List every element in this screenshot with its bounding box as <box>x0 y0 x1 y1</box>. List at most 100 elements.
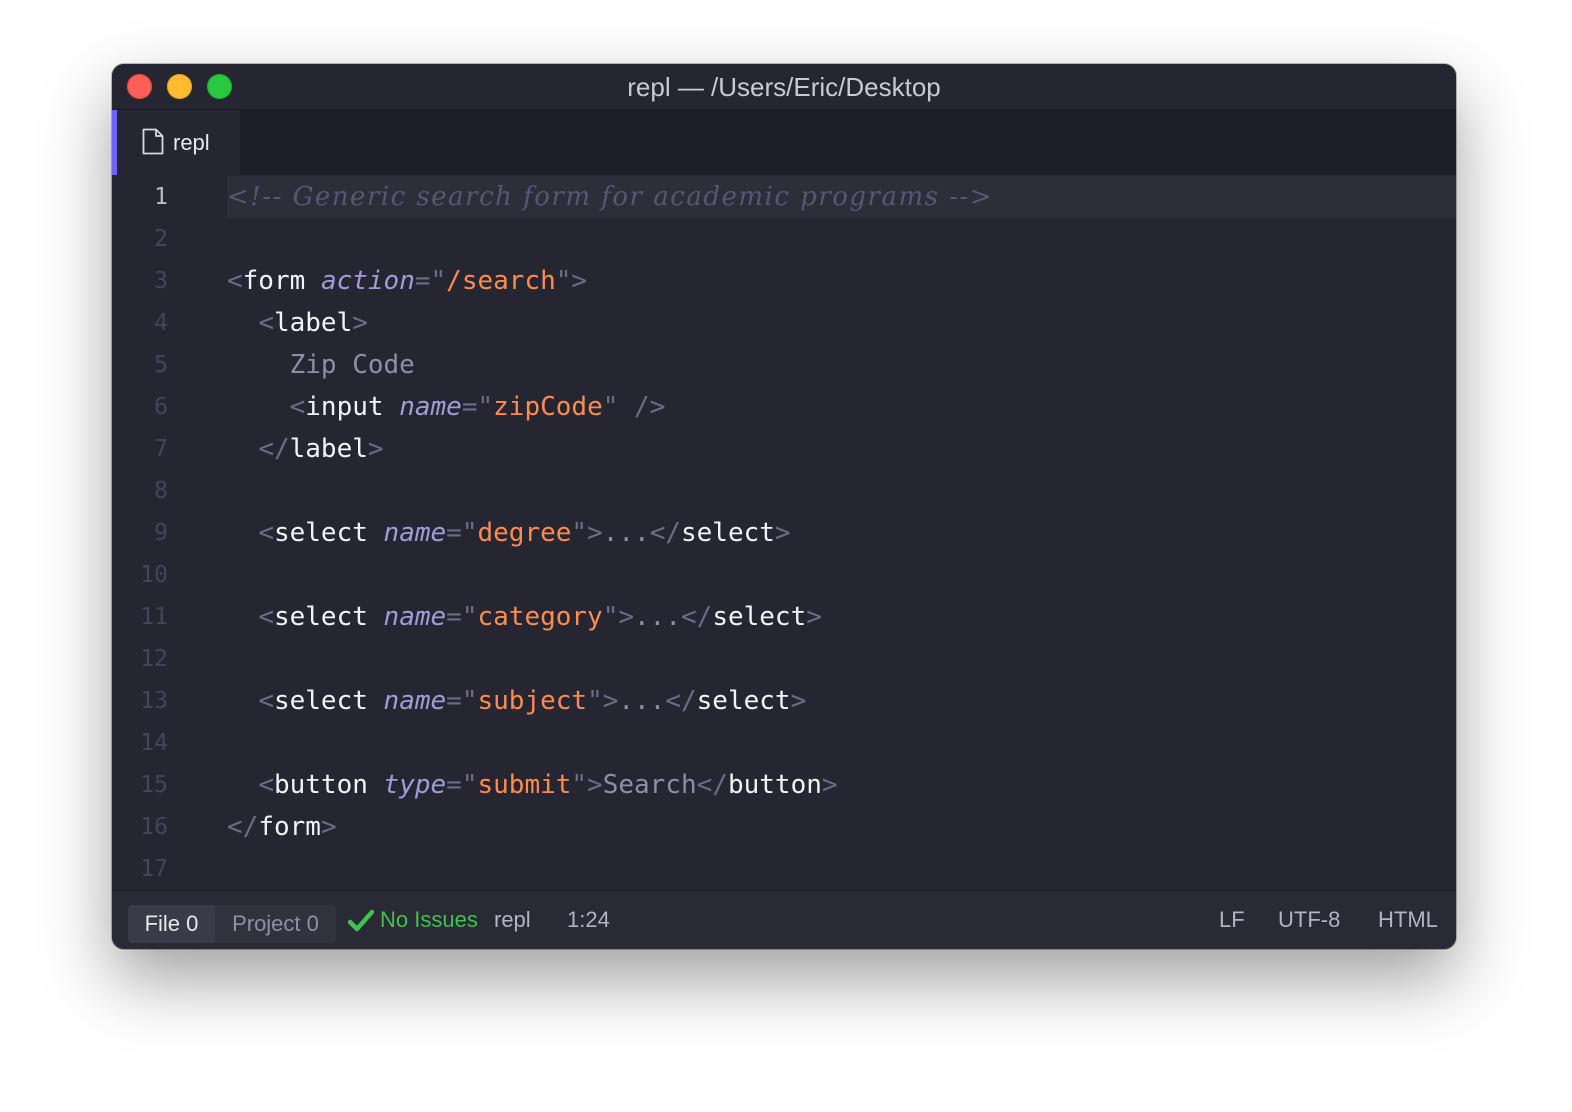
line-number[interactable]: 13 <box>112 680 168 722</box>
window-title: repl — /Users/Eric/Desktop <box>627 72 941 102</box>
code-text[interactable]: <button type="submit">Search</button> <box>227 764 1456 806</box>
code-token-txt: Search <box>602 770 697 800</box>
code-token-str: subject <box>477 686 588 716</box>
line-number[interactable]: 9 <box>112 512 168 554</box>
code-line[interactable]: 10 <box>112 554 1456 596</box>
code-token-tag: form <box>258 812 321 842</box>
line-number[interactable]: 12 <box>112 638 168 680</box>
code-token-punc: "> <box>555 266 588 296</box>
code-token-punc: =" <box>446 602 478 632</box>
code-line[interactable]: 15 <button type="submit">Search</button> <box>112 764 1456 806</box>
code-text[interactable] <box>227 638 1456 680</box>
code-token-punc: > <box>821 770 838 800</box>
code-text[interactable] <box>227 218 1456 260</box>
code-line[interactable]: 5 Zip Code <box>112 344 1456 386</box>
code-token-tag: input <box>305 392 384 422</box>
code-token-punc: =" <box>446 770 478 800</box>
code-line[interactable]: 11 <select name="category">...</select> <box>112 596 1456 638</box>
file-name-status[interactable]: repl <box>494 891 531 949</box>
code-line[interactable]: 2 <box>112 218 1456 260</box>
editor-window: repl — /Users/Eric/Desktop repl 1 <!-- Ge… <box>112 64 1456 949</box>
code-token-punc: < <box>289 392 306 422</box>
code-token-punc: " /> <box>602 392 666 422</box>
code-token-txt: ... <box>602 518 650 548</box>
line-number[interactable]: 10 <box>112 554 168 596</box>
code-token-tag: label <box>289 434 368 464</box>
code-token-punc: "> <box>571 770 603 800</box>
code-line[interactable]: 14 <box>112 722 1456 764</box>
tab-repl[interactable]: repl <box>112 110 240 175</box>
line-number[interactable]: 3 <box>112 260 168 302</box>
line-number[interactable]: 1 <box>112 176 168 218</box>
code-token-punc: =" <box>446 518 478 548</box>
code-token-punc: =" <box>446 686 478 716</box>
code-text[interactable]: <label> <box>227 302 1456 344</box>
code-line[interactable]: 13 <select name="subject">...</select> <box>112 680 1456 722</box>
code-token-tag: form <box>242 266 306 296</box>
code-line[interactable]: 12 <box>112 638 1456 680</box>
line-number[interactable]: 14 <box>112 722 168 764</box>
code-text[interactable] <box>227 848 1456 890</box>
line-number[interactable]: 6 <box>112 386 168 428</box>
language-selector[interactable]: HTML <box>1378 891 1438 949</box>
code-text[interactable]: <!-- Generic search form for academic pr… <box>227 176 1456 218</box>
code-text[interactable]: <select name="category">...</select> <box>227 596 1456 638</box>
code-text[interactable]: <select name="degree">...</select> <box>227 512 1456 554</box>
cursor-position[interactable]: 1:24 <box>567 891 610 949</box>
code-line[interactable]: 3 <form action="/search"> <box>112 260 1456 302</box>
code-editor[interactable]: 1 <!-- Generic search form for academic p… <box>112 175 1456 890</box>
code-line[interactable]: 8 <box>112 470 1456 512</box>
check-icon <box>348 909 374 932</box>
line-number[interactable]: 5 <box>112 344 168 386</box>
line-ending-selector[interactable]: LF <box>1219 891 1245 949</box>
code-text[interactable]: <input name="zipCode" /> <box>227 386 1456 428</box>
line-number[interactable]: 17 <box>112 848 168 890</box>
code-line[interactable]: 6 <input name="zipCode" /> <box>112 386 1456 428</box>
code-token-tag: select <box>273 518 368 548</box>
code-text[interactable] <box>227 470 1456 512</box>
title-bar[interactable]: repl — /Users/Eric/Desktop <box>112 64 1456 110</box>
line-number[interactable]: 16 <box>112 806 168 848</box>
code-token-tag: select <box>273 602 368 632</box>
tab-label: repl <box>173 130 210 155</box>
code-text[interactable]: <form action="/search"> <box>227 260 1456 302</box>
code-text[interactable]: </form> <box>227 806 1456 848</box>
code-text[interactable] <box>227 722 1456 764</box>
tab-bar: repl <box>112 110 1456 175</box>
line-number[interactable]: 4 <box>112 302 168 344</box>
file-issues-button[interactable]: File 0 <box>128 905 215 943</box>
line-number[interactable]: 2 <box>112 218 168 260</box>
code-text[interactable]: </label> <box>227 428 1456 470</box>
line-number[interactable]: 7 <box>112 428 168 470</box>
line-number[interactable]: 11 <box>112 596 168 638</box>
code-token-punc: =" <box>414 266 447 296</box>
code-line[interactable]: 4 <label> <box>112 302 1456 344</box>
code-line[interactable]: 16 </form> <box>112 806 1456 848</box>
encoding-selector[interactable]: UTF-8 <box>1278 891 1340 949</box>
code-token-punc: </ <box>665 686 697 716</box>
code-line[interactable]: 17 <box>112 848 1456 890</box>
linter-status[interactable]: No Issues <box>380 891 478 949</box>
code-text[interactable]: <select name="subject">...</select> <box>227 680 1456 722</box>
line-number[interactable]: 8 <box>112 470 168 512</box>
project-issues-button[interactable]: Project 0 <box>215 905 336 943</box>
code-token-attr: type <box>383 770 447 800</box>
code-token-txt: ... <box>634 602 681 632</box>
code-text[interactable] <box>227 554 1456 596</box>
code-token-punc: > <box>774 518 791 548</box>
code-token-punc: </ <box>681 602 713 632</box>
code-token-punc: "> <box>602 602 635 632</box>
line-number[interactable]: 15 <box>112 764 168 806</box>
code-token-punc: < <box>258 518 274 548</box>
code-line[interactable]: 1 <!-- Generic search form for academic p… <box>112 176 1456 218</box>
code-token-punc: > <box>352 308 368 338</box>
code-text[interactable]: Zip Code <box>227 344 1456 386</box>
code-line[interactable]: 7 </label> <box>112 428 1456 470</box>
code-token-punc: > <box>367 434 384 464</box>
code-line[interactable]: 9 <select name="degree">...</select> <box>112 512 1456 554</box>
code-token-attr: name <box>383 686 447 716</box>
